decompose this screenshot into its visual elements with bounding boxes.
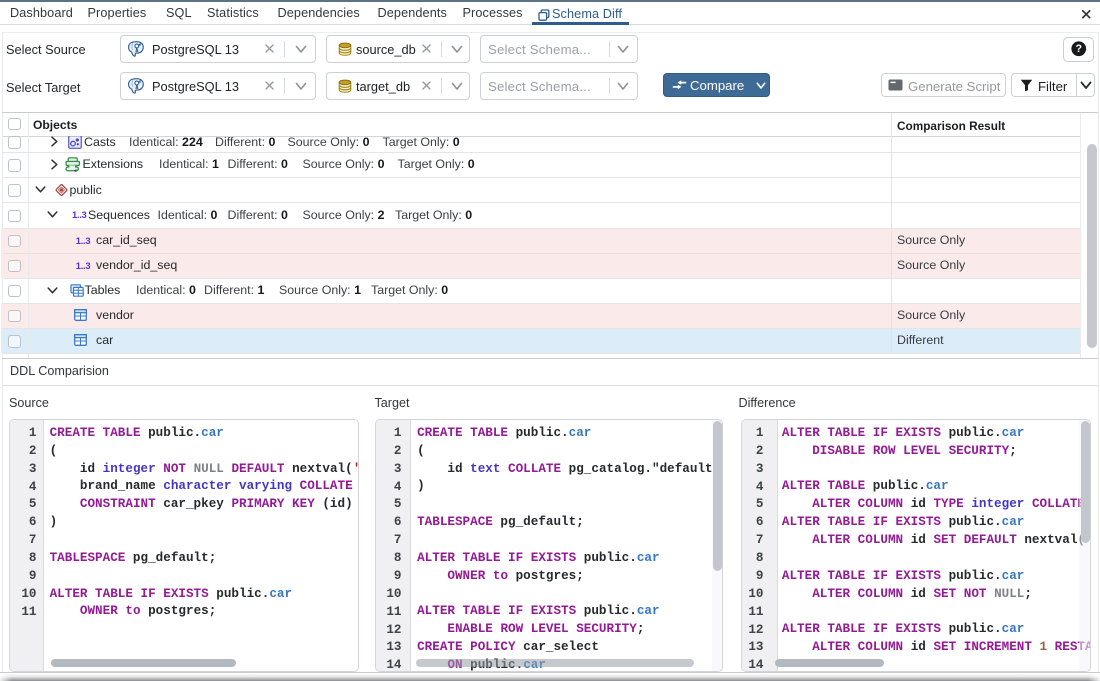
svg-text:?: ? [1076,43,1083,55]
